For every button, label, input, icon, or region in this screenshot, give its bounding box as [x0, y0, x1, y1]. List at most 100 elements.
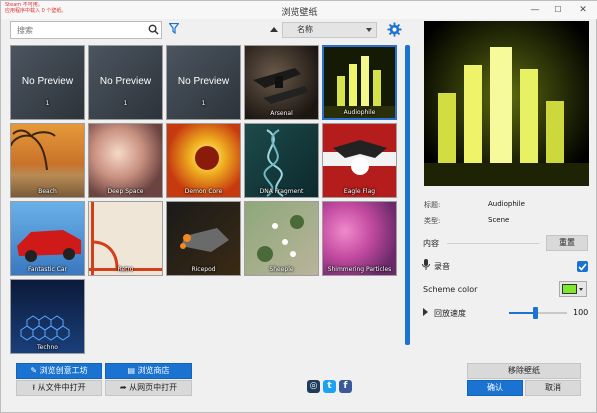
wallpaper-tile[interactable]: No Preview 1: [166, 45, 241, 120]
tile-label: Audiophile: [343, 109, 376, 116]
sort-select-value: 名称: [297, 25, 313, 34]
checkmark-icon: [578, 263, 587, 271]
tile-label: Beach: [38, 188, 57, 195]
reset-button[interactable]: 重置: [546, 235, 588, 251]
expand-arrow-icon[interactable]: [423, 308, 428, 316]
tile-label: Arsenal: [270, 110, 293, 117]
tile-thumbnail: [11, 129, 56, 171]
window-title: 浏览壁纸: [281, 8, 318, 18]
no-preview-text: No Preview: [99, 76, 152, 87]
tile-label: Sheeple: [269, 266, 294, 273]
tile-label: 1: [45, 100, 50, 107]
playback-speed-label: 回放速度: [434, 309, 466, 318]
search-input[interactable]: [10, 21, 162, 39]
wallpaper-tile[interactable]: No Preview 1: [10, 45, 85, 120]
type-value: Scene: [488, 216, 510, 224]
tile-label: Fantastic Car: [27, 266, 68, 273]
open-from-file-button[interactable]: ⭱ 从文件中打开: [16, 380, 102, 396]
open-from-file-label: 从文件中打开: [37, 383, 86, 392]
wallpaper-tile[interactable]: Demon Core: [166, 123, 241, 198]
tile-label: Retro: [117, 266, 134, 273]
section-divider: [447, 243, 539, 244]
tile-label: Shimmering Particles: [327, 266, 392, 273]
scheme-color-picker[interactable]: [559, 281, 587, 297]
browse-store-label: 浏览商店: [137, 366, 170, 375]
wallpaper-tile[interactable]: Arsenal: [244, 45, 319, 120]
browse-workshop-label: 浏览创意工坊: [39, 366, 88, 375]
wallpaper-tile[interactable]: Ricepod: [166, 201, 241, 276]
tile-label: 1: [201, 100, 206, 107]
cart-icon: ▤: [127, 366, 138, 375]
grid-scrollbar[interactable]: [405, 45, 410, 345]
wallpaper-tile[interactable]: No Preview 1: [88, 45, 163, 120]
minimize-button[interactable]: —: [525, 3, 545, 17]
tile-label: Eagle Flag: [343, 188, 376, 195]
cancel-button[interactable]: 取消: [525, 380, 581, 396]
open-from-web-label: 从网页中打开: [129, 383, 178, 392]
tile-thumbnail: [89, 202, 162, 275]
gear-icon[interactable]: [387, 22, 402, 37]
tile-thumbnail: [257, 215, 304, 262]
chevron-down-icon: [366, 28, 372, 32]
wallpaper-tile[interactable]: Techno: [10, 279, 85, 354]
title-bar: Steam 不可用。 应用程序中载入 0 个壁纸。 浏览壁纸 — ☐ ✕: [1, 1, 597, 19]
slider-fill: [509, 312, 536, 314]
sort-direction-icon[interactable]: [270, 27, 278, 32]
wallpaper-grid: No Preview 1 No Preview 1 No Preview 1 A…: [10, 45, 399, 354]
tile-label: 1: [123, 100, 128, 107]
no-preview-text: No Preview: [177, 76, 230, 87]
browse-wallpapers-window: Steam 不可用。 应用程序中载入 0 个壁纸。 浏览壁纸 — ☐ ✕ 名称: [0, 0, 597, 413]
wallpaper-tile[interactable]: Sheeple: [244, 201, 319, 276]
wallpaper-tile[interactable]: DNA Fragment: [244, 123, 319, 198]
wrench-icon: ✎: [30, 366, 40, 375]
audio-checkbox[interactable]: [577, 261, 588, 272]
filter-icon[interactable]: [169, 23, 179, 34]
share-arrow-icon: ➦: [119, 383, 130, 392]
close-button[interactable]: ✕: [573, 3, 593, 17]
tile-label: Techno: [37, 344, 58, 351]
tile-thumbnail: [263, 129, 284, 197]
wallpaper-preview: [424, 21, 589, 186]
open-from-web-button[interactable]: ➦ 从网页中打开: [105, 380, 192, 396]
tile-label: Demon Core: [184, 188, 223, 195]
preview-image: [424, 21, 589, 186]
tile-label: Ricepod: [191, 266, 216, 273]
wallpaper-tile[interactable]: Fantastic Car: [10, 201, 85, 276]
playback-speed-slider[interactable]: [509, 307, 567, 319]
tile-thumbnail: [253, 68, 309, 104]
scrollbar-thumb[interactable]: [405, 45, 410, 345]
browse-workshop-button[interactable]: ✎ 浏览创意工坊: [16, 363, 102, 379]
browse-store-button[interactable]: ▤ 浏览商店: [105, 363, 192, 379]
steam-icon[interactable]: ◎: [307, 380, 320, 393]
slider-handle[interactable]: [533, 307, 539, 319]
wallpaper-tile[interactable]: Beach: [10, 123, 85, 198]
maximize-button[interactable]: ☐: [548, 3, 568, 17]
scheme-color-label: Scheme color: [423, 285, 478, 294]
tile-label: DNA Fragment: [259, 188, 304, 195]
wallpaper-tile[interactable]: Eagle Flag: [322, 123, 397, 198]
wallpaper-tile[interactable]: Retro: [88, 201, 163, 276]
tile-thumbnail: [20, 315, 70, 341]
microphone-icon: [422, 259, 430, 270]
title-value: Audiophile: [488, 200, 525, 208]
remove-wallpaper-button[interactable]: 移除壁纸: [467, 363, 581, 379]
content-section-label: 内容: [423, 239, 439, 248]
tile-thumbnail: [195, 146, 219, 170]
type-label: 类型:: [424, 217, 441, 225]
title-label: 标题:: [424, 201, 441, 209]
twitter-icon[interactable]: t: [323, 380, 336, 393]
wallpaper-tile-selected[interactable]: Audiophile: [322, 45, 397, 120]
color-swatch: [562, 284, 577, 294]
tile-label: Deep Space: [107, 188, 144, 195]
wallpaper-tile[interactable]: Shimmering Particles: [322, 201, 397, 276]
sort-select[interactable]: 名称: [282, 22, 377, 38]
tile-thumbnail: [17, 230, 81, 262]
no-preview-text: No Preview: [21, 76, 74, 87]
tile-thumbnail: [323, 140, 396, 175]
ok-button[interactable]: 确认: [467, 380, 523, 396]
wallpaper-tile[interactable]: Deep Space: [88, 123, 163, 198]
tile-thumbnail: [180, 228, 229, 252]
playback-speed-value: 100: [573, 308, 589, 317]
search-icon[interactable]: [148, 24, 159, 35]
facebook-icon[interactable]: f: [339, 380, 352, 393]
